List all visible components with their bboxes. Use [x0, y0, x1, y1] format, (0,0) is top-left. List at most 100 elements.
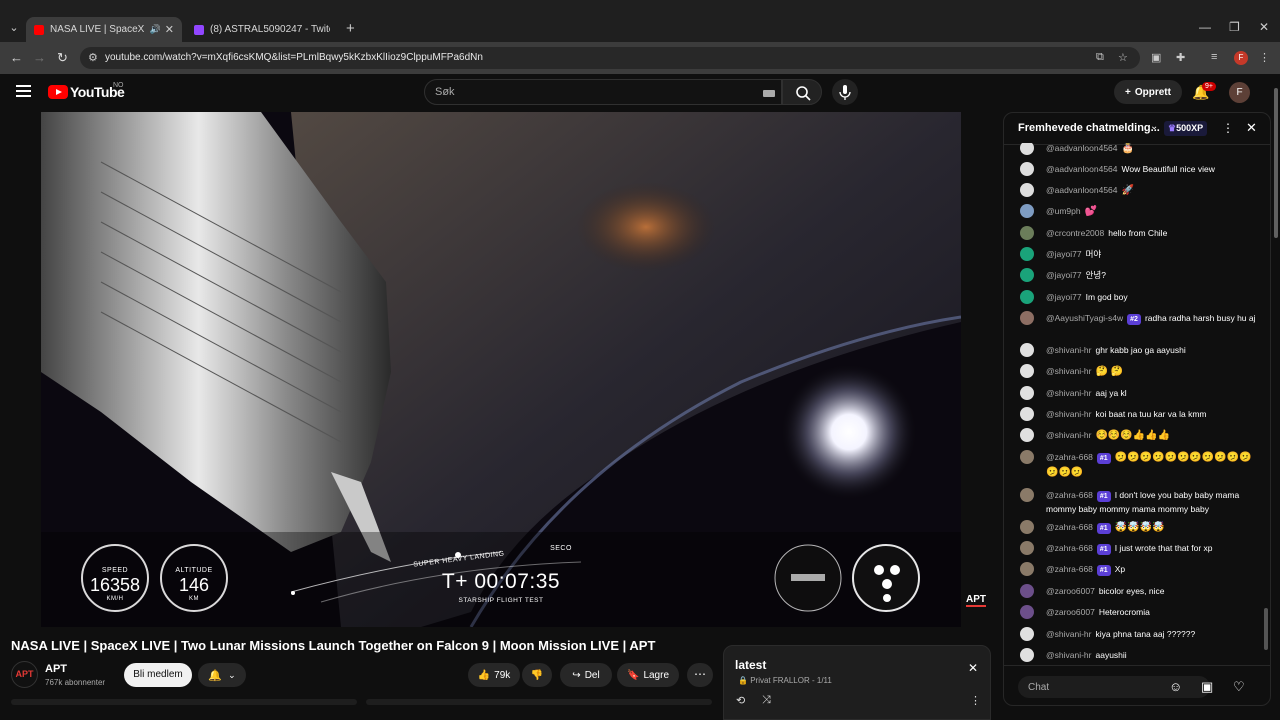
chat-author-avatar[interactable]	[1020, 204, 1034, 218]
close-window-icon[interactable]: ✕	[1259, 20, 1269, 34]
chat-message[interactable]: @aadvanloon4564 🚀	[1020, 183, 1260, 197]
extension-icon[interactable]: ▣	[1151, 51, 1161, 64]
account-avatar[interactable]: F	[1229, 82, 1250, 103]
search-button[interactable]	[782, 79, 822, 105]
heart-icon[interactable]: ♡	[1233, 679, 1245, 695]
chat-author-avatar[interactable]	[1020, 386, 1034, 400]
chat-message[interactable]: @shivani-hr aaj ya kl	[1020, 386, 1260, 400]
save-button[interactable]: 🔖 Lagre	[617, 663, 679, 687]
chat-scrollbar[interactable]	[1264, 143, 1268, 663]
chat-author-name[interactable]: @shivani-hr	[1046, 409, 1091, 419]
chat-author-name[interactable]: @jayoi77	[1046, 249, 1082, 259]
chat-message[interactable]: @shivani-hr ☺️☺️☺️👍👍👍	[1020, 428, 1260, 442]
bookmark-star-icon[interactable]: ☆	[1118, 51, 1128, 64]
chevron-down-icon[interactable]: ⌄	[1150, 121, 1158, 132]
back-icon[interactable]: ←	[10, 50, 23, 65]
super-chat-icon[interactable]: ▣	[1201, 679, 1213, 695]
channel-name[interactable]: APT	[45, 663, 67, 675]
media-controls-icon[interactable]: ≡	[1211, 51, 1217, 63]
description-box[interactable]	[11, 699, 357, 705]
join-button[interactable]: Bli medlem	[124, 663, 192, 687]
chat-author-avatar[interactable]	[1020, 488, 1034, 502]
url-text[interactable]: youtube.com/watch?v=mXqfi6csKMQ&list=PLm…	[105, 52, 483, 63]
chat-author-name[interactable]: @zahra-668	[1046, 452, 1093, 462]
chat-author-name[interactable]: @um9ph	[1046, 206, 1081, 216]
chat-author-avatar[interactable]	[1020, 290, 1034, 304]
shuffle-icon[interactable]: ⤨	[762, 694, 771, 707]
like-button[interactable]: 👍 79k	[468, 663, 520, 687]
channel-avatar[interactable]: APT	[11, 661, 38, 688]
chat-author-name[interactable]: @shivani-hr	[1046, 629, 1091, 639]
keyboard-icon[interactable]	[763, 90, 775, 97]
chat-author-name[interactable]: @zahra-668	[1046, 522, 1093, 532]
chat-scrollbar-thumb[interactable]	[1264, 608, 1268, 650]
restore-icon[interactable]: ❐	[1229, 20, 1240, 34]
chat-author-avatar[interactable]	[1020, 247, 1034, 261]
chat-message[interactable]: @zahra-668 #1 I just wrote that that for x…	[1020, 541, 1260, 555]
chat-author-avatar[interactable]	[1020, 226, 1034, 240]
chat-author-name[interactable]: @zahra-668	[1046, 564, 1093, 574]
chat-author-avatar[interactable]	[1020, 627, 1034, 641]
extensions-puzzle-icon[interactable]: ✚	[1176, 51, 1185, 64]
chat-message[interactable]: @jayoi77 Im god boy	[1020, 290, 1260, 304]
chat-message[interactable]: @zaroo6007 bicolor eyes, nice	[1020, 584, 1260, 598]
chat-close-icon[interactable]: ✕	[1246, 120, 1257, 136]
chat-author-avatar[interactable]	[1020, 428, 1034, 442]
chat-author-name[interactable]: @crcontre2008	[1046, 228, 1104, 238]
chat-author-avatar[interactable]	[1020, 562, 1034, 576]
reload-icon[interactable]: ↻	[57, 50, 68, 66]
audio-playing-icon[interactable]: 🔊	[150, 24, 161, 35]
chat-author-avatar[interactable]	[1020, 268, 1034, 282]
chat-author-avatar[interactable]	[1020, 520, 1034, 534]
chat-message[interactable]: @shivani-hr 🤔 🤔	[1020, 364, 1260, 378]
chat-author-avatar[interactable]	[1020, 450, 1034, 464]
chat-mode-selector[interactable]: Fremhevede chatmelding...	[1018, 122, 1160, 134]
chat-message[interactable]: @shivani-hr kiya phna tana aaj ??????	[1020, 627, 1260, 641]
chat-author-avatar[interactable]	[1020, 605, 1034, 619]
chat-author-name[interactable]: @zaroo6007	[1046, 586, 1095, 596]
chat-message[interactable]: @shivani-hr ghr kabb jao ga aayushi	[1020, 343, 1260, 357]
chat-author-name[interactable]: @zaroo6007	[1046, 607, 1095, 617]
more-actions-button[interactable]: ⋯	[687, 663, 713, 687]
dislike-button[interactable]: 👎	[522, 663, 552, 687]
site-info-icon[interactable]: ⚙	[88, 51, 98, 64]
tab-search-button[interactable]: ⌄	[6, 20, 22, 36]
chat-message[interactable]: @aadvanloon4564 🎂	[1020, 143, 1260, 155]
playlist-title[interactable]: latest	[735, 658, 766, 672]
share-button[interactable]: ↪ Del	[560, 663, 612, 687]
chat-message[interactable]: @zahra-668 #1 🤯🤯🤯🤯	[1020, 520, 1260, 534]
chat-author-avatar[interactable]	[1020, 407, 1034, 421]
chat-message[interactable]: @shivani-hr koi baat na tuu kar va la kmm	[1020, 407, 1260, 421]
chat-author-avatar[interactable]	[1020, 648, 1034, 662]
install-app-icon[interactable]: ⧉	[1096, 51, 1104, 64]
voice-search-button[interactable]	[832, 79, 858, 105]
minimize-icon[interactable]: —	[1199, 20, 1211, 34]
chat-author-name[interactable]: @shivani-hr	[1046, 388, 1091, 398]
chat-author-name[interactable]: @shivani-hr	[1046, 650, 1091, 660]
chat-author-avatar[interactable]	[1020, 143, 1034, 155]
close-tab-icon[interactable]: ✕	[165, 23, 174, 36]
browser-profile-avatar[interactable]: F	[1234, 51, 1248, 65]
chat-message[interactable]: @um9ph 💕	[1020, 204, 1260, 218]
chat-author-avatar[interactable]	[1020, 364, 1034, 378]
chat-message[interactable]: @zaroo6007 Heterocromia	[1020, 605, 1260, 619]
chat-message[interactable]: @aadvanloon4564 Wow Beautifull nice view	[1020, 162, 1260, 176]
youtube-logo-icon[interactable]	[48, 85, 68, 99]
chat-author-name[interactable]: @AayushiTyagi-s4w	[1046, 313, 1123, 323]
chat-message[interactable]: @AayushiTyagi-s4w #2 radha radha harsh bus…	[1020, 311, 1260, 339]
chat-author-avatar[interactable]	[1020, 343, 1034, 357]
chat-author-name[interactable]: @shivani-hr	[1046, 345, 1091, 355]
browser-tab-youtube[interactable]: NASA LIVE | SpaceX LIVE | T 🔊 ✕	[26, 17, 182, 42]
chat-author-name[interactable]: @aadvanloon4564	[1046, 185, 1118, 195]
chat-author-name[interactable]: @zahra-668	[1046, 490, 1093, 500]
chat-message[interactable]: @zahra-668 #1 🫤🫤🫤🫤🫤🫤🫤🫤🫤🫤🫤🫤🫤🫤	[1020, 450, 1260, 478]
chat-message[interactable]: @crcontre2008 hello from Chile	[1020, 226, 1260, 240]
description-box-secondary[interactable]	[366, 699, 712, 705]
chat-author-name[interactable]: @jayoi77	[1046, 270, 1082, 280]
chat-message[interactable]: @jayoi77 머야	[1020, 247, 1260, 261]
create-button[interactable]: + Opprett	[1114, 80, 1182, 104]
browser-tab-twitch[interactable]: (8) ASTRAL5090247 - Twitch	[186, 17, 338, 42]
emoji-icon[interactable]: ☺	[1169, 679, 1182, 694]
address-bar[interactable]: ⚙ youtube.com/watch?v=mXqfi6csKMQ&list=P…	[80, 47, 1140, 69]
subscription-bell-button[interactable]: 🔔 ⌄	[198, 663, 246, 687]
